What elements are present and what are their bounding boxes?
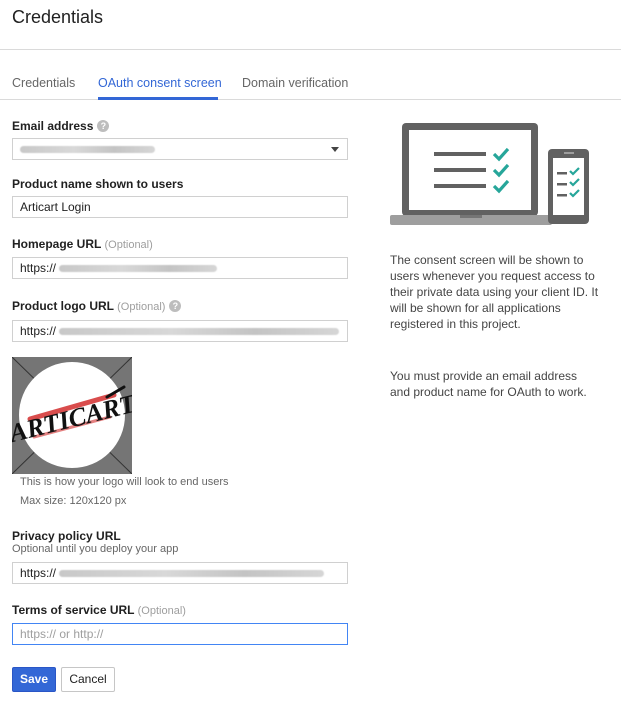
help-icon[interactable]: ?: [169, 300, 182, 312]
logo-image: ARTICART: [12, 357, 132, 474]
logo-url-optional: (Optional): [117, 301, 166, 313]
active-tab-indicator: [98, 97, 218, 100]
cancel-button[interactable]: Cancel: [61, 667, 115, 692]
tab-credentials[interactable]: Credentials: [12, 76, 75, 90]
tos-label-text: Terms of service URL: [12, 603, 135, 617]
homepage-label-text: Homepage URL: [12, 237, 102, 251]
logo-max-size: Max size: 120x120 px: [20, 495, 127, 507]
save-button[interactable]: Save: [12, 667, 56, 692]
logo-caption: This is how your logo will look to end u…: [20, 476, 229, 488]
redacted-email: [20, 146, 155, 154]
logo-url-value-prefix: https://: [20, 324, 57, 338]
product-name-input[interactable]: Articart Login: [12, 196, 348, 218]
tabs-divider: [0, 99, 621, 100]
product-name-value: Articart Login: [20, 200, 91, 214]
tos-label: Terms of service URL (Optional): [12, 603, 186, 617]
consent-requirement: You must provide an email address and pr…: [390, 369, 587, 399]
devices-icon: [390, 123, 589, 225]
header-divider: [0, 49, 621, 50]
homepage-label: Homepage URL (Optional): [12, 237, 153, 251]
logo-url-label: Product logo URL (Optional)?: [12, 299, 182, 313]
redacted-privacy-url: [59, 570, 325, 578]
privacy-input[interactable]: https://: [12, 562, 348, 584]
consent-illustration: [390, 120, 590, 230]
privacy-note: Optional until you deploy your app: [12, 543, 179, 555]
homepage-input[interactable]: https://: [12, 257, 348, 279]
tab-oauth-consent-screen[interactable]: OAuth consent screen: [98, 76, 222, 90]
tos-optional: (Optional): [137, 605, 186, 617]
logo-preview: ARTICART: [12, 357, 132, 474]
help-icon[interactable]: ?: [97, 120, 110, 132]
privacy-value-prefix: https://: [20, 566, 57, 580]
product-name-label: Product name shown to users: [12, 177, 184, 191]
logo-url-label-text: Product logo URL: [12, 299, 114, 313]
email-label: Email address?: [12, 119, 110, 133]
chevron-down-icon: [331, 147, 339, 152]
tos-placeholder: https:// or http://: [20, 627, 104, 641]
email-select[interactable]: [12, 138, 348, 160]
tab-bar: Credentials OAuth consent screen Domain …: [0, 70, 621, 100]
tos-input[interactable]: https:// or http://: [12, 623, 348, 645]
email-label-text: Email address: [12, 119, 94, 133]
tab-domain-verification[interactable]: Domain verification: [242, 76, 348, 90]
homepage-value-prefix: https://: [20, 261, 57, 275]
consent-description: The consent screen will be shown to user…: [390, 253, 599, 331]
page-title: Credentials: [12, 7, 104, 27]
redacted-logo-url: [59, 328, 340, 336]
redacted-homepage-url: [59, 265, 218, 273]
logo-url-input[interactable]: https://: [12, 320, 348, 342]
privacy-label: Privacy policy URL: [12, 529, 121, 543]
homepage-optional: (Optional): [104, 239, 153, 251]
